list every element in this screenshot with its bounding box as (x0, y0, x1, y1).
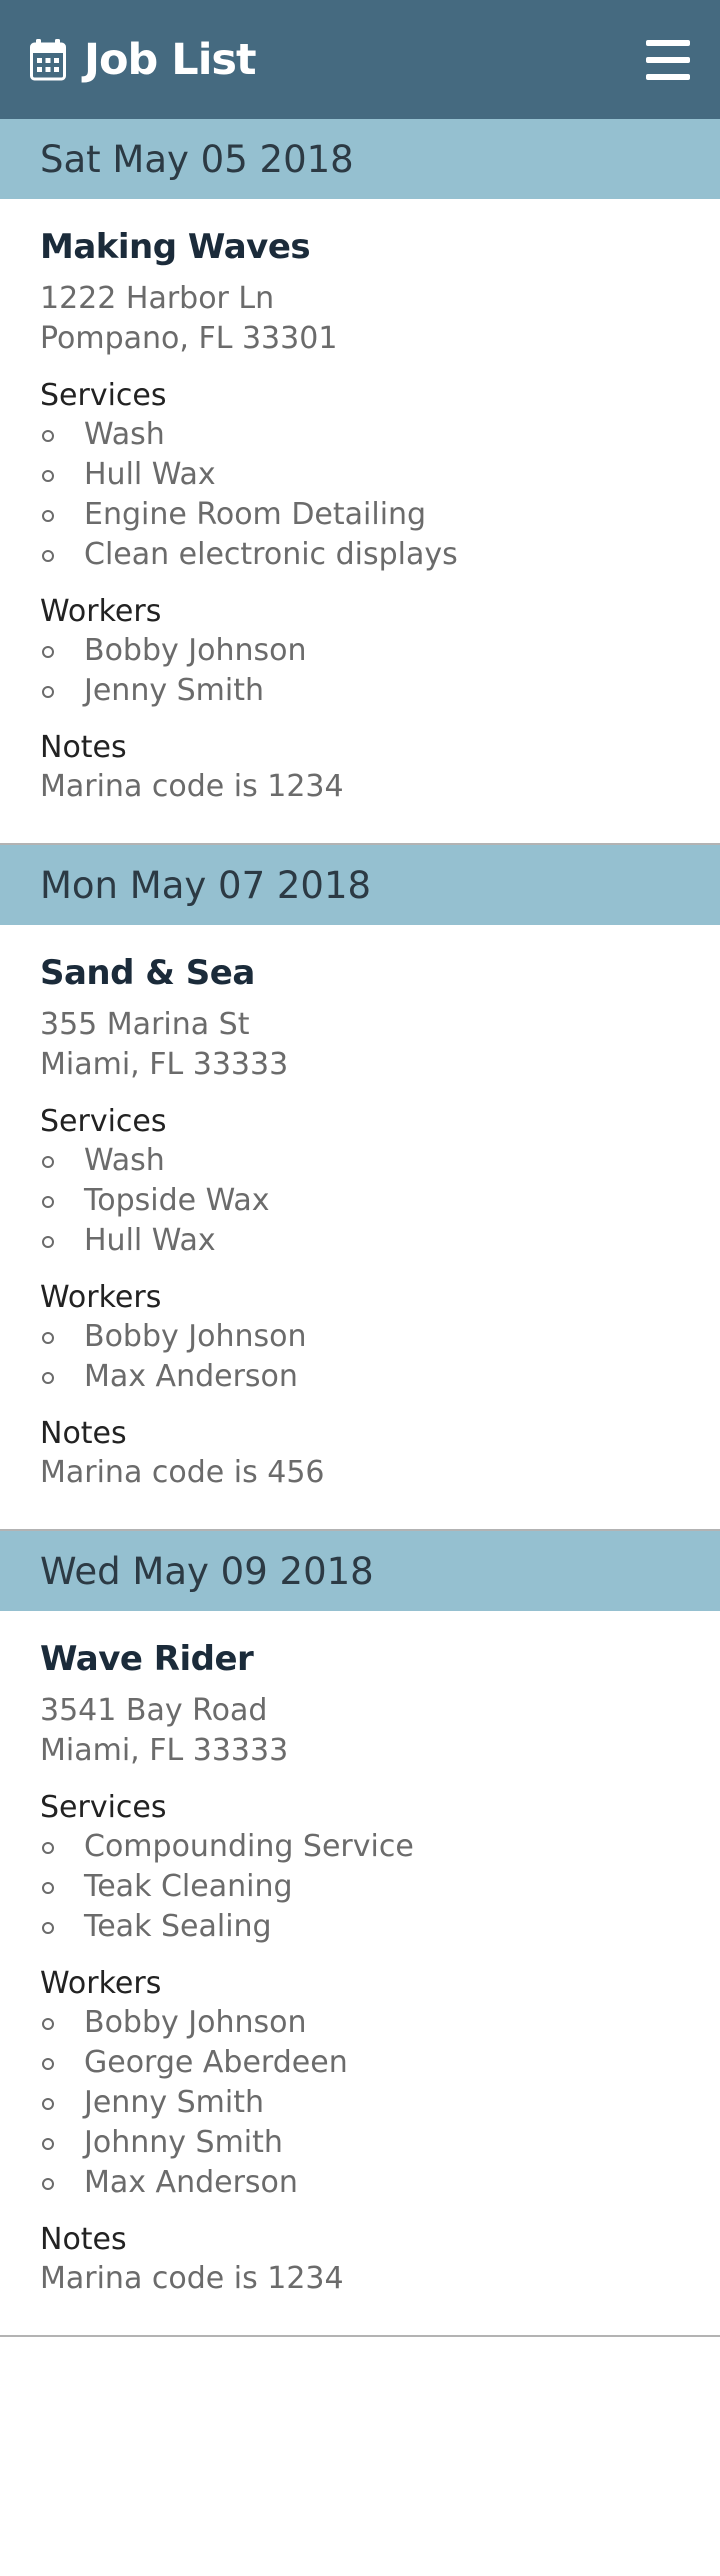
notes-label: Notes (40, 1416, 127, 1451)
workers-list: Bobby Johnson Jenny Smith (40, 631, 680, 711)
app-header: Job List (0, 0, 720, 119)
job-name: Making Waves (40, 227, 311, 267)
job-card: Sat May 05 2018 Making Waves 1222 Harbor… (0, 119, 720, 845)
workers-label: Workers (40, 1280, 162, 1315)
address-line1: 355 Marina St (40, 1007, 250, 1042)
workers-list: Bobby Johnson Max Anderson (40, 1317, 680, 1397)
worker-item: Bobby Johnson (40, 1317, 680, 1357)
menu-bar (646, 56, 690, 63)
job-body: Wave Rider 3541 Bay Road Miami, FL 33333… (0, 1611, 720, 2335)
job-card: Mon May 07 2018 Sand & Sea 355 Marina St… (0, 845, 720, 1531)
service-item: Wash (40, 1141, 680, 1181)
services-list: Compounding Service Teak Cleaning Teak Sea… (40, 1827, 680, 1947)
address-line1: 1222 Harbor Ln (40, 281, 275, 316)
worker-item: Max Anderson (40, 2163, 680, 2203)
notes-text: Marina code is 1234 (40, 769, 344, 804)
worker-item: Bobby Johnson (40, 2003, 680, 2043)
job-name: Wave Rider (40, 1639, 254, 1679)
worker-item: Max Anderson (40, 1357, 680, 1397)
job-body: Sand & Sea 355 Marina St Miami, FL 33333… (0, 925, 720, 1529)
notes-text: Marina code is 1234 (40, 2261, 344, 2296)
services-list: Wash Topside Wax Hull Wax (40, 1141, 680, 1261)
workers-list: Bobby Johnson George Aberdeen Jenny Smith J… (40, 2003, 680, 2203)
menu-bar (646, 73, 690, 80)
job-date: Sat May 05 2018 (0, 119, 720, 199)
address-line2: Miami, FL 33333 (40, 1733, 289, 1768)
address-line2: Pompano, FL 33301 (40, 321, 338, 356)
service-item: Topside Wax (40, 1181, 680, 1221)
header-left: Job List (30, 34, 257, 85)
address-line2: Miami, FL 33333 (40, 1047, 289, 1082)
job-name: Sand & Sea (40, 953, 255, 993)
worker-item: George Aberdeen (40, 2043, 680, 2083)
worker-item: Jenny Smith (40, 671, 680, 711)
service-item: Clean electronic displays (40, 535, 680, 575)
address-line1: 3541 Bay Road (40, 1693, 268, 1728)
page-title: Job List (84, 34, 257, 85)
service-item: Teak Cleaning (40, 1867, 680, 1907)
service-item: Teak Sealing (40, 1907, 680, 1947)
services-list: Wash Hull Wax Engine Room Detailing Clean e… (40, 415, 680, 575)
job-date: Mon May 07 2018 (0, 845, 720, 925)
notes-text: Marina code is 456 (40, 1455, 325, 1490)
service-item: Wash (40, 415, 680, 455)
service-item: Compounding Service (40, 1827, 680, 1867)
service-item: Engine Room Detailing (40, 495, 680, 535)
services-label: Services (40, 1790, 167, 1825)
services-label: Services (40, 1104, 167, 1139)
services-label: Services (40, 378, 167, 413)
service-item: Hull Wax (40, 1221, 680, 1261)
notes-label: Notes (40, 730, 127, 765)
notes-label: Notes (40, 2222, 127, 2257)
calendar-icon (30, 38, 66, 80)
job-list: Sat May 05 2018 Making Waves 1222 Harbor… (0, 119, 720, 2337)
worker-item: Jenny Smith (40, 2083, 680, 2123)
job-date: Wed May 09 2018 (0, 1531, 720, 1611)
workers-label: Workers (40, 1966, 162, 2001)
worker-item: Johnny Smith (40, 2123, 680, 2163)
hamburger-menu-icon[interactable] (646, 39, 690, 80)
worker-item: Bobby Johnson (40, 631, 680, 671)
job-body: Making Waves 1222 Harbor Ln Pompano, FL … (0, 199, 720, 843)
workers-label: Workers (40, 594, 162, 629)
job-card: Wed May 09 2018 Wave Rider 3541 Bay Road… (0, 1531, 720, 2337)
menu-bar (646, 39, 690, 46)
service-item: Hull Wax (40, 455, 680, 495)
